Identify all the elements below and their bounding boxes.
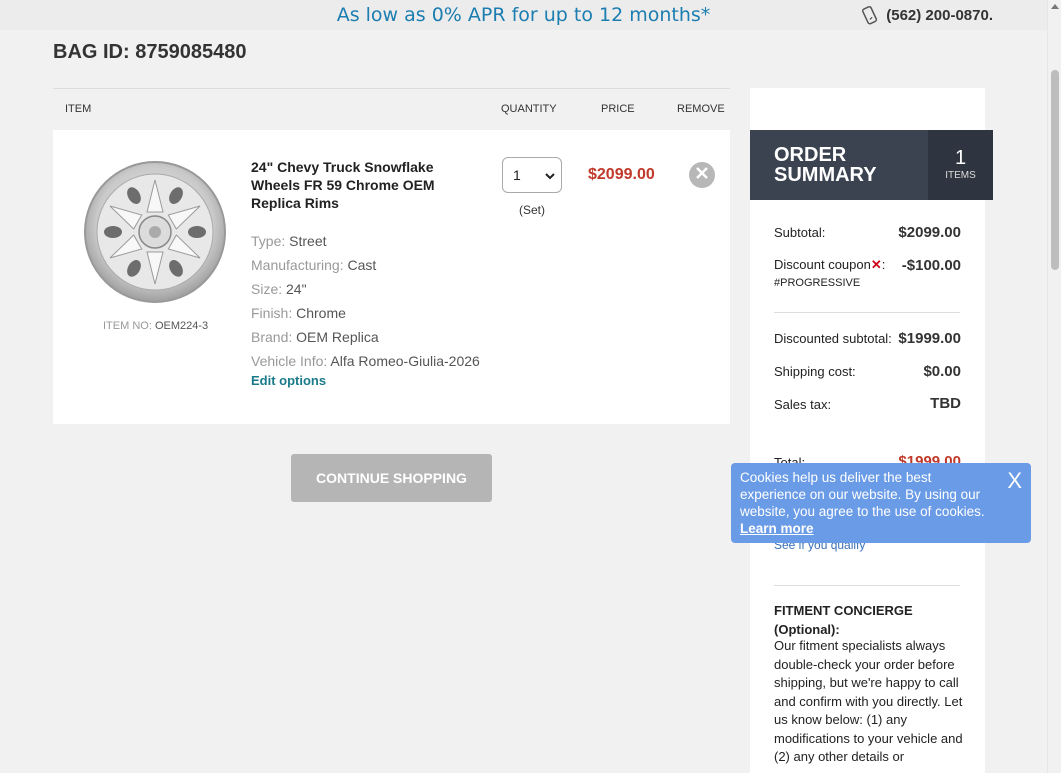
phone-number: (562) 200-0870. <box>886 6 993 24</box>
page-scrollbar[interactable] <box>1047 0 1061 773</box>
item-number-label: ITEM NO: <box>103 320 152 332</box>
tax-row: Sales tax: TBD <box>774 395 961 412</box>
item-price: $2099.00 <box>588 166 655 183</box>
attr-value: 24" <box>286 281 307 297</box>
discounted-subtotal-row: Discounted subtotal: $1999.00 <box>774 330 961 347</box>
attr-key: Size: <box>251 281 283 297</box>
remove-coupon-icon[interactable]: ✕ <box>871 257 882 272</box>
learn-more-link[interactable]: Learn more <box>740 520 998 537</box>
attr-value: OEM Replica <box>296 329 379 345</box>
tax-label: Sales tax: <box>774 397 832 412</box>
discount-row: Discount coupon✕: -$100.00 <box>774 257 961 274</box>
attr-value: Cast <box>347 257 377 273</box>
attr-value: Alfa Romeo-Giulia-2026 <box>330 353 480 369</box>
shipping-label: Shipping cost: <box>774 364 856 379</box>
item-count-number: 1 <box>954 147 967 169</box>
promo-bar: As low as 0% APR for up to 12 months* (5… <box>0 0 1047 30</box>
coupon-code: #PROGRESSIVE <box>774 277 861 289</box>
shipping-row: Shipping cost: $0.00 <box>774 363 961 380</box>
fitment-concierge-title: FITMENT CONCIERGE (Optional): <box>774 603 913 637</box>
divider <box>774 585 960 586</box>
edit-options-link[interactable]: Edit options <box>251 373 326 388</box>
phone-icon <box>860 5 880 25</box>
attr-value: Chrome <box>296 305 346 321</box>
discount-label: Discount coupon <box>774 257 871 272</box>
cart-header: ITEM QUANTITY PRICE REMOVE <box>53 88 730 130</box>
cookie-close-button[interactable]: X <box>1007 468 1022 494</box>
order-summary-header: ORDER SUMMARY 1 ITEMS <box>750 130 993 200</box>
fitment-concierge-text: Our fitment specialists always double-ch… <box>774 638 963 764</box>
attr-type: Type: Street <box>251 229 480 253</box>
order-summary-title: ORDER SUMMARY <box>774 144 877 186</box>
header-price: PRICE <box>601 103 635 115</box>
continue-shopping-button[interactable]: CONTINUE SHOPPING <box>291 454 492 502</box>
attr-key: Brand: <box>251 329 293 345</box>
subtotal-row: Subtotal: $2099.00 <box>774 224 961 241</box>
header-item: ITEM <box>65 103 92 115</box>
divider <box>774 312 960 313</box>
cookie-banner: Cookies help us deliver the best experie… <box>731 463 1031 543</box>
scrollbar-thumb[interactable] <box>1051 70 1059 270</box>
quantity-unit: (Set) <box>519 203 546 217</box>
cookie-text-block: Cookies help us deliver the best experie… <box>740 469 998 537</box>
shipping-value: $0.00 <box>923 363 961 380</box>
header-quantity: QUANTITY <box>501 103 557 115</box>
attr-key: Manufacturing: <box>251 257 344 273</box>
attr-brand: Brand: OEM Replica <box>251 325 480 349</box>
discount-value: -$100.00 <box>901 257 961 274</box>
close-icon <box>695 166 709 185</box>
chevron-down-icon <box>545 167 555 183</box>
quantity-select[interactable]: 1 <box>502 157 562 193</box>
attr-key: Type: <box>251 233 286 249</box>
scroll-up-icon[interactable] <box>1051 4 1059 9</box>
item-count-label: ITEMS <box>945 170 976 181</box>
attr-size: Size: 24" <box>251 277 480 301</box>
quantity-value: 1 <box>513 167 521 183</box>
remove-item-button[interactable] <box>689 162 715 188</box>
discounted-subtotal-label: Discounted subtotal: <box>774 331 892 346</box>
subtotal-label: Subtotal: <box>774 225 826 240</box>
attr-key: Finish: <box>251 305 293 321</box>
attr-value: Street <box>289 233 327 249</box>
attr-key: Vehicle Info: <box>251 353 328 369</box>
attr-vehicle: Vehicle Info: Alfa Romeo-Giulia-2026 <box>251 349 480 373</box>
header-remove: REMOVE <box>677 103 725 115</box>
item-number: ITEM NO: OEM224-3 <box>103 320 208 332</box>
wheel-image[interactable] <box>83 160 228 305</box>
attr-finish: Finish: Chrome <box>251 301 480 325</box>
item-attributes: Type: Street Manufacturing: Cast Size: 2… <box>251 229 480 373</box>
subtotal-value: $2099.00 <box>898 224 961 241</box>
phone-link[interactable]: (562) 200-0870. <box>860 5 993 25</box>
bag-id: BAG ID: 8759085480 <box>53 41 247 63</box>
discounted-subtotal-value: $1999.00 <box>898 330 961 347</box>
item-number-value: OEM224-3 <box>154 320 209 332</box>
cart-item: ITEM NO: OEM224-3 24" Chevy Truck Snowfl… <box>53 130 730 424</box>
tax-value: TBD <box>930 395 961 412</box>
item-count: 1 ITEMS <box>928 130 993 200</box>
item-title[interactable]: 24" Chevy Truck Snowflake Wheels FR 59 C… <box>251 158 461 212</box>
attr-manufacturing: Manufacturing: Cast <box>251 253 480 277</box>
discount-colon: : <box>881 257 886 272</box>
cookie-message: Cookies help us deliver the best experie… <box>740 470 985 519</box>
